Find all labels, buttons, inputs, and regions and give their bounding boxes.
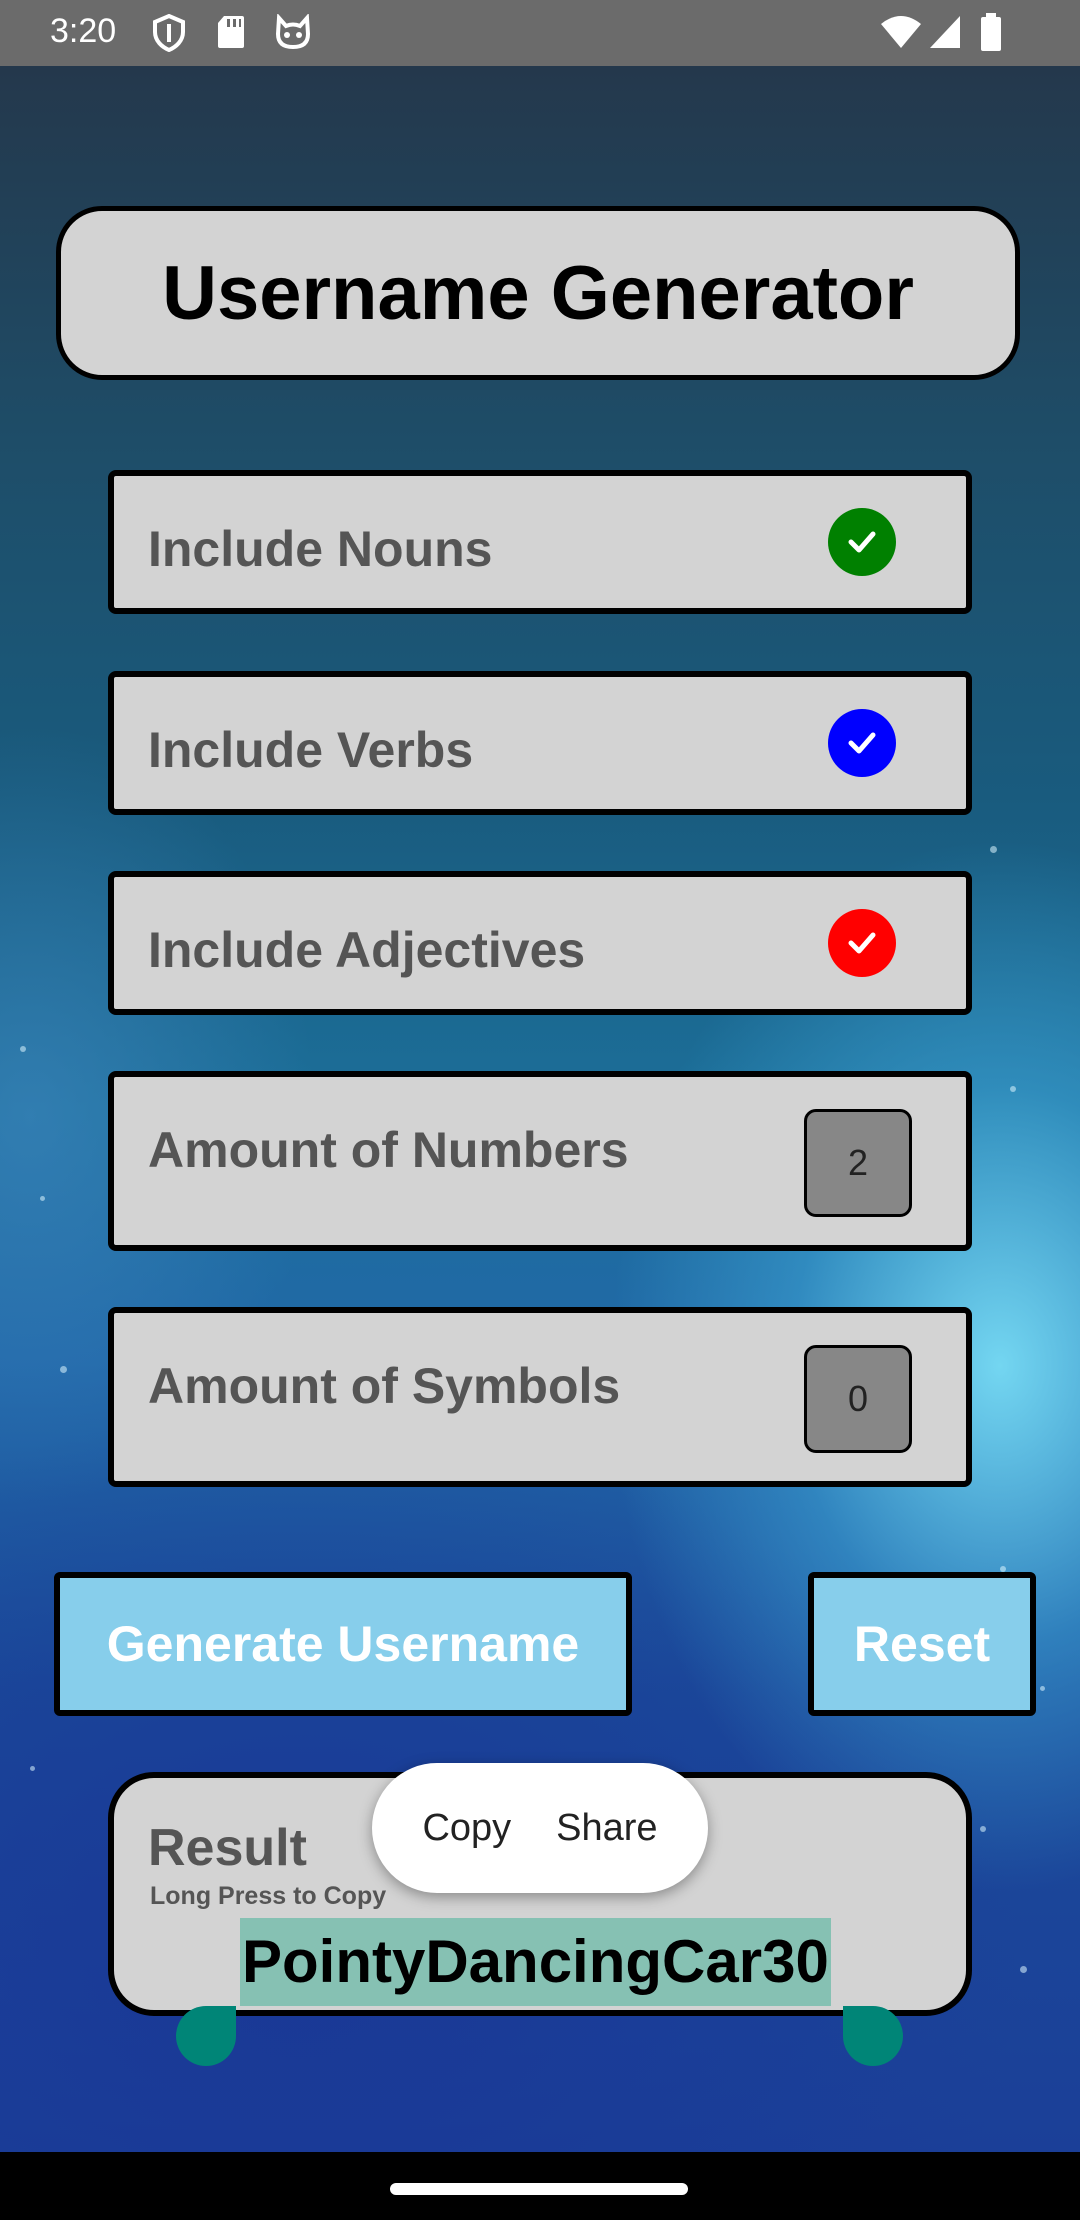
option-label: Include Verbs: [148, 722, 474, 778]
amount-of-numbers-label: Amount of Numbers: [148, 1122, 629, 1178]
option-include-adjectives[interactable]: Include Adjectives: [108, 871, 972, 1015]
status-bar: 3:20: [0, 0, 1080, 66]
amount-of-symbols-input[interactable]: 0: [804, 1345, 912, 1453]
result-username-text[interactable]: PointyDancingCar30: [240, 1918, 831, 2006]
navigation-bar: [0, 2152, 1080, 2220]
cat-face-icon: [275, 14, 311, 50]
generate-username-button[interactable]: Generate Username: [54, 1572, 632, 1716]
shield-icon: [153, 14, 185, 52]
option-label: Include Nouns: [148, 521, 493, 577]
home-gesture-handle[interactable]: [390, 2183, 688, 2195]
copy-menu-item[interactable]: Copy: [422, 1807, 511, 1850]
adjectives-checkbox[interactable]: [828, 909, 896, 977]
selection-handle-end[interactable]: [843, 2006, 903, 2066]
checkmark-icon: [848, 531, 876, 553]
share-menu-item[interactable]: Share: [556, 1807, 657, 1850]
checkmark-icon: [848, 932, 876, 954]
option-include-verbs[interactable]: Include Verbs: [108, 671, 972, 815]
option-label: Include Adjectives: [148, 922, 586, 978]
result-title: Result: [148, 1819, 307, 1877]
amount-of-symbols-row: Amount of Symbols 0: [108, 1307, 972, 1487]
reset-button[interactable]: Reset: [808, 1572, 1036, 1716]
result-hint: Long Press to Copy: [150, 1882, 387, 1910]
page-title: Username Generator: [162, 250, 914, 336]
wifi-icon: [881, 16, 921, 48]
title-banner: Username Generator: [56, 206, 1020, 380]
option-include-nouns[interactable]: Include Nouns: [108, 470, 972, 614]
verbs-checkbox[interactable]: [828, 709, 896, 777]
battery-icon: [981, 13, 1001, 51]
status-time: 3:20: [50, 12, 117, 50]
amount-of-numbers-input[interactable]: 2: [804, 1109, 912, 1217]
amount-of-numbers-row: Amount of Numbers 2: [108, 1071, 972, 1251]
sd-card-icon: [218, 16, 244, 48]
checkmark-icon: [848, 732, 876, 754]
amount-of-symbols-label: Amount of Symbols: [148, 1358, 621, 1414]
text-selection-menu: Copy Share: [372, 1763, 708, 1893]
selection-handle-start[interactable]: [176, 2006, 236, 2066]
nouns-checkbox[interactable]: [828, 508, 896, 576]
signal-icon: [930, 16, 960, 48]
